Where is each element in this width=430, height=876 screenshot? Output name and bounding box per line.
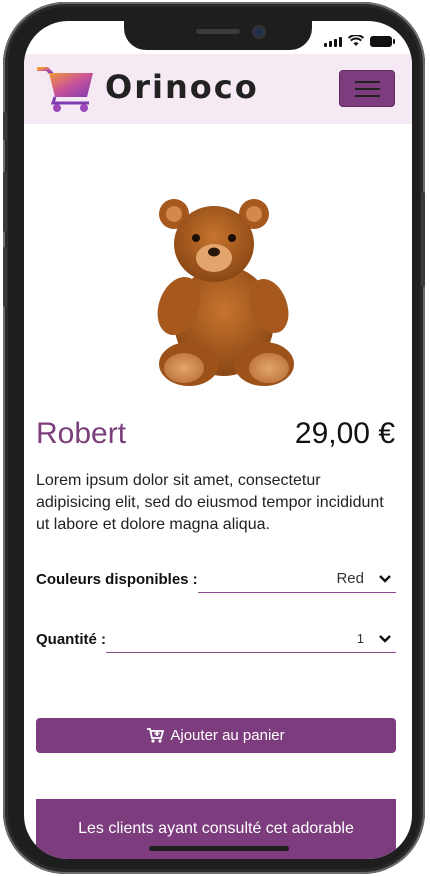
hamburger-menu-button[interactable] — [339, 70, 395, 107]
quantity-select[interactable]: 1 — [106, 630, 396, 653]
power-button — [421, 192, 425, 287]
product-price: 29,00 € — [294, 417, 395, 450]
colors-label: Couleurs disponibles : — [36, 571, 198, 588]
speaker — [196, 29, 240, 34]
brand-name[interactable]: Orinoco — [105, 68, 259, 106]
notch — [124, 21, 312, 50]
site-header: Orinoco — [24, 54, 412, 124]
product-name: Robert — [36, 417, 127, 450]
quantity-label: Quantité : — [36, 631, 106, 648]
battery-icon — [370, 36, 395, 47]
add-to-cart-button[interactable]: Ajouter au panier — [36, 718, 396, 753]
product-description: Lorem ipsum dolor sit amet, consectetur … — [36, 472, 384, 533]
home-indicator — [149, 846, 289, 851]
chevron-down-icon — [379, 635, 391, 643]
front-camera — [254, 27, 264, 37]
volume-down-button — [3, 247, 7, 307]
wifi-icon — [348, 35, 364, 46]
teddy-bear-photo — [157, 199, 294, 386]
signal-icon — [324, 37, 342, 47]
hamburger-menu-icon — [355, 81, 380, 83]
status-bar — [324, 35, 395, 47]
volume-up-button — [3, 172, 7, 232]
phone-frame: Orinoco Robert 29,00 € Lorem ipsum dolor… — [3, 2, 425, 874]
recommendations-text: Les clients ayant consulté cet adorable — [78, 820, 354, 837]
chevron-down-icon — [379, 575, 391, 583]
add-to-cart-label: Ajouter au panier — [170, 727, 285, 744]
screen: Orinoco Robert 29,00 € Lorem ipsum dolor… — [24, 21, 412, 859]
silent-switch — [3, 112, 7, 140]
shopping-cart-icon[interactable] — [37, 67, 95, 113]
color-select-value: Red — [336, 570, 364, 587]
cart-plus-icon — [147, 728, 165, 743]
quantity-select-value: 1 — [356, 631, 364, 646]
color-select[interactable]: Red — [198, 570, 396, 593]
